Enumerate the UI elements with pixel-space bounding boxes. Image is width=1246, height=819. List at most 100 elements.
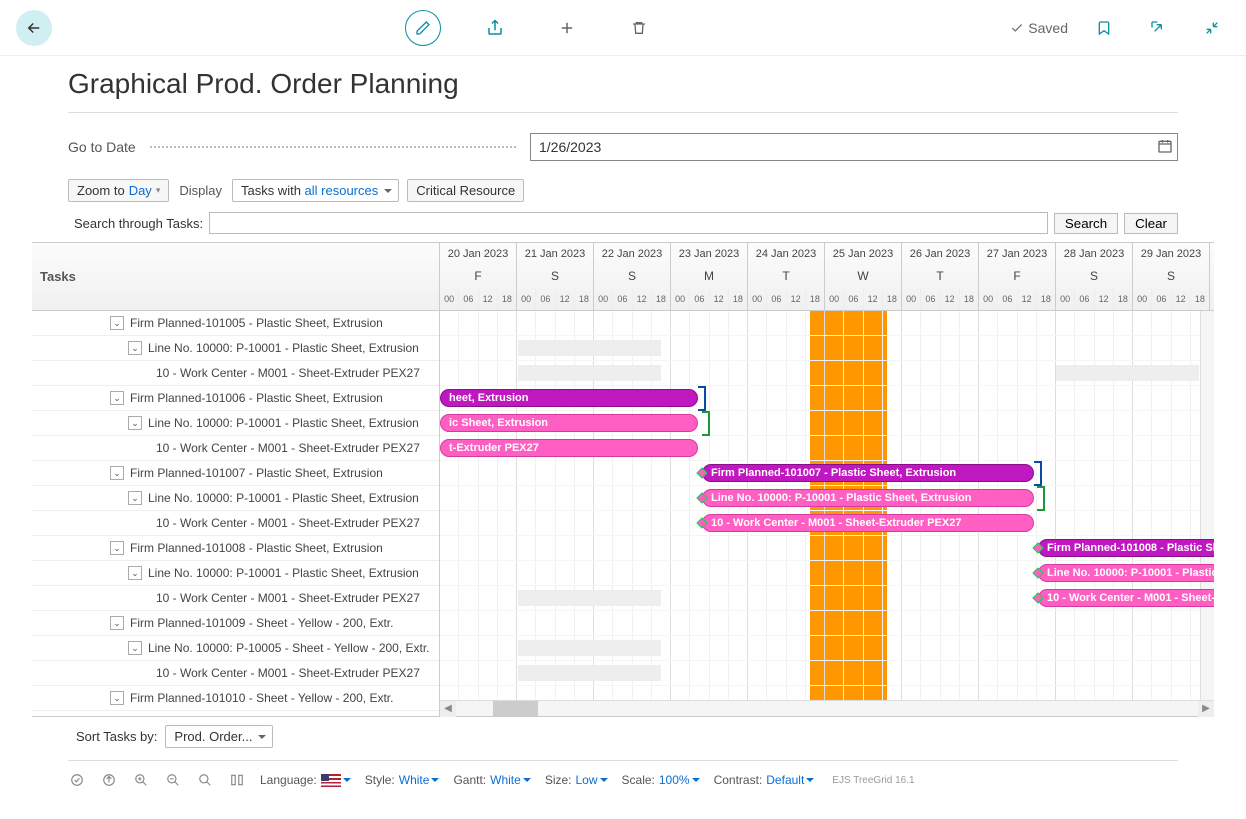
- task-row[interactable]: ⌄Firm Planned-101007 - Plastic Sheet, Ex…: [32, 461, 439, 486]
- zoom-fit-icon[interactable]: [196, 771, 214, 789]
- expander-icon[interactable]: ⌄: [128, 491, 142, 505]
- header-hour: 00: [517, 288, 536, 310]
- link-bracket: [1037, 486, 1045, 511]
- delete-button[interactable]: [621, 10, 657, 46]
- scale-select[interactable]: 100%: [659, 773, 700, 787]
- header-hour: 06: [844, 288, 863, 310]
- task-row[interactable]: 10 - Work Center - M001 - Sheet-Extruder…: [32, 511, 439, 536]
- scroll-left-arrow[interactable]: ◀: [440, 701, 456, 717]
- scroll-thumb[interactable]: [493, 701, 538, 716]
- gantt-style-select[interactable]: White: [490, 773, 531, 787]
- vertical-scrollbar[interactable]: [1200, 311, 1214, 700]
- bookmark-button[interactable]: [1086, 10, 1122, 46]
- placeholder-bar: [518, 665, 661, 681]
- task-row[interactable]: ⌄Firm Planned-101010 - Sheet - Yellow - …: [32, 686, 439, 711]
- search-button[interactable]: Search: [1054, 213, 1118, 234]
- expander-icon[interactable]: ⌄: [110, 541, 124, 555]
- task-label: Firm Planned-101006 - Plastic Sheet, Ext…: [130, 391, 383, 405]
- gantt-bar[interactable]: Line No. 10000: P-10001 - Plastic Sheet,…: [1038, 564, 1214, 582]
- divider: [68, 760, 1178, 761]
- critical-resource-button[interactable]: Critical Resource: [407, 179, 524, 202]
- header-dayname: [1210, 265, 1214, 287]
- expander-icon[interactable]: ⌄: [128, 641, 142, 655]
- gantt-bar[interactable]: Firm Planned-101007 - Plastic Sheet, Ext…: [702, 464, 1034, 482]
- task-row[interactable]: ⌄Line No. 10000: P-10001 - Plastic Sheet…: [32, 411, 439, 436]
- gantt-bar[interactable]: ic Sheet, Extrusion: [440, 414, 698, 432]
- scroll-right-arrow[interactable]: ▶: [1198, 701, 1214, 717]
- columns-icon[interactable]: [228, 771, 246, 789]
- display-select[interactable]: Tasks with all resources: [232, 179, 399, 202]
- header-date: 24 Jan 2023: [748, 243, 825, 265]
- horizontal-scrollbar[interactable]: ◀ ▶: [440, 700, 1214, 716]
- header-hour: 18: [575, 288, 594, 310]
- gantt-bar[interactable]: 10 - Work Center - M001 - Sheet-Extruder…: [1038, 589, 1214, 607]
- gantt-bar[interactable]: t-Extruder PEX27: [440, 439, 698, 457]
- collapse-all-icon[interactable]: [100, 771, 118, 789]
- style-label: Style:: [365, 773, 395, 787]
- back-button[interactable]: [16, 10, 52, 46]
- task-row[interactable]: ⌄ Line No. 10000: P-10005 - Sheet - Yello…: [32, 636, 439, 661]
- add-button[interactable]: [549, 10, 585, 46]
- task-row[interactable]: ⌄ Firm Planned-101005 - Plastic Sheet, Ex…: [32, 311, 439, 336]
- contrast-select[interactable]: Default: [766, 773, 814, 787]
- popout-button[interactable]: [1140, 10, 1176, 46]
- share-button[interactable]: [477, 10, 513, 46]
- zoom-in-icon[interactable]: [132, 771, 150, 789]
- gantt-row: Firm Planned-101008 - Plastic Sheet, Ext…: [440, 536, 1214, 561]
- task-row[interactable]: ⌄Line No. 10000: P-10001 - Plastic Sheet…: [32, 561, 439, 586]
- expander-icon[interactable]: ⌄: [110, 616, 124, 630]
- task-row[interactable]: 10 - Work Center - M001 - Sheet-Extruder…: [32, 586, 439, 611]
- expander-icon[interactable]: ⌄: [128, 566, 142, 580]
- task-row[interactable]: ⌄Line No. 10000: P-10001 - Plastic Sheet…: [32, 336, 439, 361]
- language-select[interactable]: [321, 774, 351, 787]
- header-dayname: S: [1056, 265, 1133, 287]
- expand-all-icon[interactable]: [68, 771, 86, 789]
- header-date: 23 Jan 2023: [671, 243, 748, 265]
- zoom-button[interactable]: Zoom to Day ▾: [68, 179, 169, 202]
- zoom-out-icon[interactable]: [164, 771, 182, 789]
- calendar-icon[interactable]: [1157, 138, 1173, 157]
- gantt-bar[interactable]: heet, Extrusion: [440, 389, 698, 407]
- header-hour: 12: [710, 288, 729, 310]
- edit-button[interactable]: [405, 10, 441, 46]
- header-dayname: S: [517, 265, 594, 287]
- gantt-bar[interactable]: Firm Planned-101008 - Plastic Sheet, Ext…: [1038, 539, 1214, 557]
- header-hour: 12: [479, 288, 498, 310]
- clear-button[interactable]: Clear: [1124, 213, 1178, 234]
- header-dayname: F: [979, 265, 1056, 287]
- header-date: 25 Jan 2023: [825, 243, 902, 265]
- task-row[interactable]: ⌄ Firm Planned-101006 - Plastic Sheet, Ex…: [32, 386, 439, 411]
- task-row[interactable]: 10 - Work Center - M001 - Sheet-Extruder…: [32, 661, 439, 686]
- expander-icon[interactable]: ⌄: [110, 466, 124, 480]
- gantt-row: ic Sheet, Extrusion: [440, 411, 1214, 436]
- expander-icon[interactable]: ⌄: [110, 316, 124, 330]
- gantt-bar[interactable]: Line No. 10000: P-10001 - Plastic Sheet,…: [702, 489, 1034, 507]
- task-row[interactable]: ⌄Firm Planned-101009 - Sheet - Yellow - …: [32, 611, 439, 636]
- expander-icon[interactable]: ⌄: [110, 691, 124, 705]
- task-label: Firm Planned-101005 - Plastic Sheet, Ext…: [130, 316, 383, 330]
- task-row[interactable]: 10 - Work Center - M001 - Sheet-Extruder…: [32, 436, 439, 461]
- header-dayname: T: [902, 265, 979, 287]
- gantt-row: [440, 611, 1214, 636]
- expander-icon[interactable]: ⌄: [128, 341, 142, 355]
- header-hour: 06: [998, 288, 1017, 310]
- goto-date-input[interactable]: 1/26/2023: [530, 133, 1178, 161]
- style-select[interactable]: White: [399, 773, 440, 787]
- task-row[interactable]: 10 - Work Center - M001 - Sheet-Extruder…: [32, 361, 439, 386]
- task-row[interactable]: ⌄Line No. 10000: P-10001 - Plastic Sheet…: [32, 486, 439, 511]
- expander-icon[interactable]: ⌄: [110, 391, 124, 405]
- header-date: 29 Jan 2023: [1133, 243, 1210, 265]
- sort-select[interactable]: Prod. Order...: [165, 725, 273, 748]
- collapse-button[interactable]: [1194, 10, 1230, 46]
- gantt-bar[interactable]: 10 - Work Center - M001 - Sheet-Extruder…: [702, 514, 1034, 532]
- header-hour: 18: [652, 288, 671, 310]
- header-hour: 18: [1191, 288, 1210, 310]
- size-select[interactable]: Low: [576, 773, 608, 787]
- header-hour: 00: [1056, 288, 1075, 310]
- header-hour: 00: [748, 288, 767, 310]
- task-label: Line No. 10000: P-10005 - Sheet - Yellow…: [148, 641, 430, 655]
- expander-icon[interactable]: ⌄: [128, 416, 142, 430]
- search-input[interactable]: [209, 212, 1048, 234]
- task-row[interactable]: ⌄Firm Planned-101008 - Plastic Sheet, Ex…: [32, 536, 439, 561]
- header-hour: 12: [1095, 288, 1114, 310]
